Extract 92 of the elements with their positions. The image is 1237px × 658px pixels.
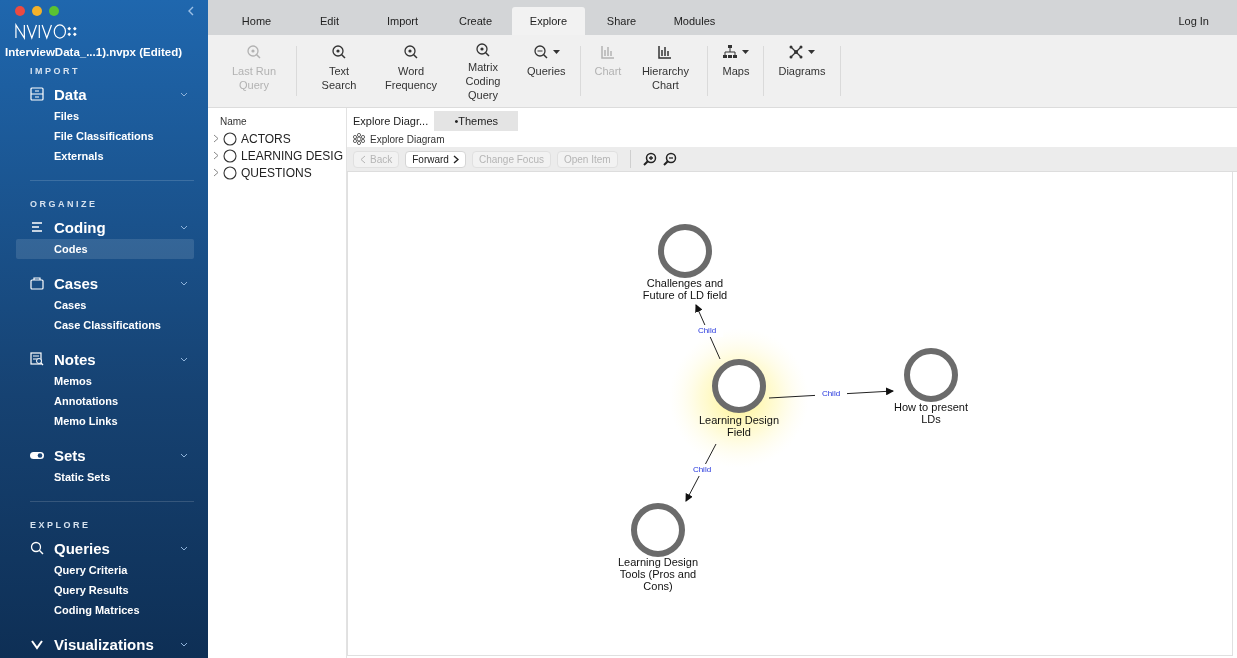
- nav-item[interactable]: Case Classifications: [16, 315, 194, 335]
- ribbon-tab[interactable]: Share: [585, 7, 658, 35]
- search-icon: [331, 44, 347, 60]
- zoom-out-icon[interactable]: [662, 152, 677, 166]
- chevron-right-icon[interactable]: [213, 134, 219, 143]
- chevron-down-icon[interactable]: [180, 91, 188, 97]
- diagram-node[interactable]: [712, 359, 766, 413]
- toolbar-button[interactable]: Diagrams: [774, 42, 830, 100]
- chevron-down-icon[interactable]: [180, 452, 188, 458]
- section-header: ORGANIZE: [30, 199, 99, 209]
- node-label: Learning Design Tools (Pros and Cons): [616, 556, 700, 592]
- chevron-left-icon[interactable]: [188, 6, 194, 16]
- project-title: InterviewData_...1).nvpx (Edited): [5, 46, 183, 58]
- code-name[interactable]: LEARNING DESIG: [241, 148, 344, 163]
- chevron-down-icon[interactable]: [180, 224, 188, 230]
- chevron-right-icon[interactable]: [213, 168, 219, 177]
- nav-group-title[interactable]: Coding: [54, 218, 106, 236]
- ribbon-tab[interactable]: Import: [366, 7, 439, 35]
- toolbar-button[interactable]: Text Search: [307, 42, 371, 100]
- column-header: Name: [219, 115, 248, 129]
- code-circle-icon: [223, 131, 237, 146]
- code-name[interactable]: QUESTIONS: [241, 165, 312, 180]
- bar-chart-icon: [600, 44, 616, 60]
- nav-item[interactable]: Query Results: [16, 580, 194, 600]
- nav-item[interactable]: File Classifications: [16, 126, 194, 146]
- chevron-left-icon: [360, 154, 366, 164]
- toolbar-button[interactable]: Maps: [718, 42, 754, 100]
- ribbon-tab[interactable]: Create: [439, 7, 512, 35]
- network-icon: [788, 44, 805, 60]
- nav-item[interactable]: Static Sets: [16, 467, 194, 487]
- search-icon: [532, 44, 549, 60]
- nav-item[interactable]: Memo Links: [16, 411, 194, 431]
- chevron-down-icon[interactable]: [180, 356, 188, 362]
- nav-item[interactable]: Cases: [16, 295, 194, 315]
- diagram-node[interactable]: [631, 503, 685, 557]
- caret-icon: [552, 50, 560, 54]
- search-icon: [475, 42, 491, 58]
- caret-icon: [808, 50, 816, 54]
- nav-group-title[interactable]: Visualizations: [54, 635, 154, 653]
- section-header: EXPLORE: [30, 520, 92, 530]
- document-tab[interactable]: •Themes: [434, 111, 519, 131]
- lines-icon: [30, 220, 44, 234]
- section-header: IMPORT: [30, 66, 81, 76]
- nav-item[interactable]: Annotations: [16, 391, 194, 411]
- nav-item[interactable]: Query Criteria: [16, 560, 194, 580]
- toolbar-button[interactable]: Hierarchy Chart: [633, 42, 698, 100]
- node-label: Challenges and Future of LD field: [641, 277, 729, 301]
- breadcrumb-label: Explore Diagram: [370, 133, 445, 145]
- code-circle-icon: [223, 165, 237, 180]
- search-icon: [246, 44, 262, 60]
- nav-item[interactable]: Memos: [16, 371, 194, 391]
- forward-button[interactable]: Forward: [405, 150, 466, 168]
- nav-group-title[interactable]: Data: [54, 85, 87, 103]
- nav-item[interactable]: Coding Matrices: [16, 600, 194, 620]
- nav-group-title[interactable]: Queries: [54, 539, 110, 557]
- log-in-button[interactable]: Log In: [1172, 7, 1215, 35]
- diagram-node[interactable]: [904, 348, 958, 402]
- toolbar-button[interactable]: Queries: [523, 42, 570, 100]
- note-icon: [30, 352, 44, 366]
- minimize-window-button[interactable]: [32, 6, 42, 16]
- nav-group-title[interactable]: Sets: [54, 446, 86, 464]
- chevron-down-icon[interactable]: [180, 641, 188, 647]
- zoom-in-icon[interactable]: [642, 152, 657, 166]
- chevron-down-icon[interactable]: [180, 280, 188, 286]
- ribbon-tab[interactable]: Modules: [658, 7, 731, 35]
- chevron-down-icon[interactable]: [180, 545, 188, 551]
- node-label: How to present LDs: [893, 401, 969, 425]
- bar-chart-icon: [657, 44, 674, 60]
- briefcase-icon: [30, 276, 44, 290]
- hierarchy-icon: [722, 44, 739, 60]
- drawer-icon: [30, 87, 44, 101]
- toolbar-button[interactable]: Matrix Coding Query: [451, 42, 515, 100]
- code-circle-icon: [223, 148, 237, 163]
- node-label: Learning Design Field: [697, 414, 781, 438]
- caret-icon: [742, 50, 750, 54]
- nav-group-title[interactable]: Notes: [54, 350, 96, 368]
- chevron-right-icon: [452, 154, 459, 164]
- diagram-node[interactable]: [658, 224, 712, 278]
- search-icon: [30, 541, 44, 555]
- nav-group-title[interactable]: Cases: [54, 274, 99, 292]
- toolbar-button[interactable]: Word Frequency: [379, 42, 443, 100]
- ribbon-tab[interactable]: Edit: [293, 7, 366, 35]
- nav-item[interactable]: Files: [16, 106, 194, 126]
- nav-item[interactable]: Codes: [16, 239, 194, 259]
- ribbon-tab[interactable]: Explore: [512, 7, 585, 35]
- diagram-icon: [353, 133, 365, 145]
- nav-item[interactable]: Externals: [16, 146, 194, 166]
- search-icon: [403, 44, 419, 60]
- code-name[interactable]: ACTORS: [241, 131, 291, 146]
- chevron-right-icon[interactable]: [213, 151, 219, 160]
- zoom-window-button[interactable]: [49, 6, 59, 16]
- ribbon-tab[interactable]: Home: [220, 7, 293, 35]
